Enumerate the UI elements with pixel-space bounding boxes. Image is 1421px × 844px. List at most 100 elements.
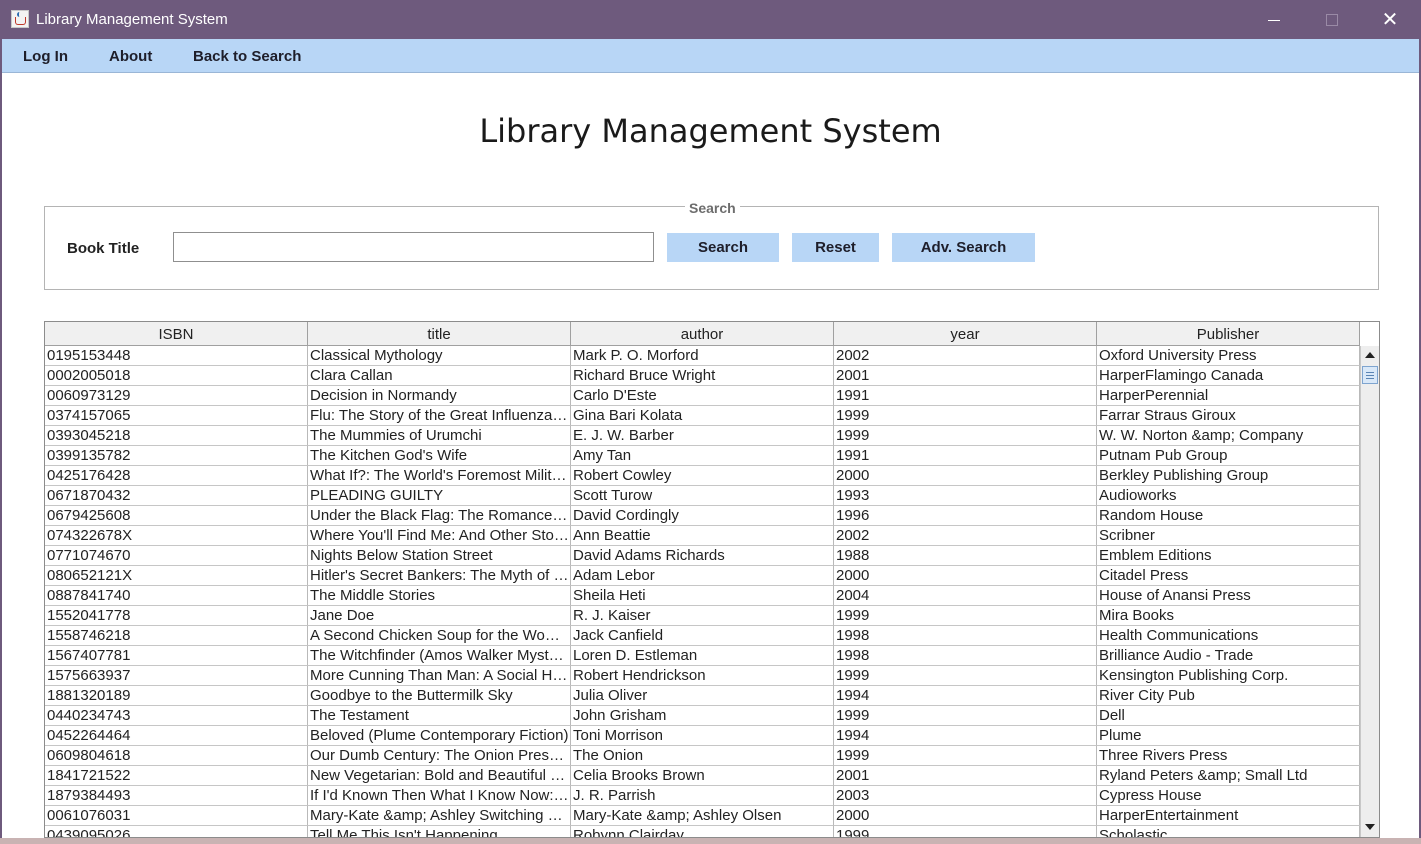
table-row[interactable]: 0671870432 PLEADING GUILTY Scott Turow 1993… <box>45 486 1360 506</box>
cell-year[interactable]: 1999 <box>834 606 1097 626</box>
cell-title[interactable]: What If?: The World's Foremost Military … <box>308 466 571 486</box>
cell-year[interactable]: 1988 <box>834 546 1097 566</box>
close-button[interactable]: ✕ <box>1361 0 1419 39</box>
cell-year[interactable]: 1999 <box>834 746 1097 766</box>
cell-publisher[interactable]: Emblem Editions <box>1097 546 1360 566</box>
cell-isbn[interactable]: 1841721522 <box>45 766 308 786</box>
menu-back-to-search[interactable]: Back to Search <box>193 48 301 65</box>
cell-isbn[interactable]: 1567407781 <box>45 646 308 666</box>
cell-isbn[interactable]: 0771074670 <box>45 546 308 566</box>
reset-button[interactable]: Reset <box>792 233 879 262</box>
cell-year[interactable]: 2004 <box>834 586 1097 606</box>
cell-publisher[interactable]: HarperEntertainment <box>1097 806 1360 826</box>
table-row[interactable]: 0439095026 Tell Me This Isn't Happening Ro… <box>45 826 1360 837</box>
cell-author[interactable]: David Adams Richards <box>571 546 834 566</box>
menu-about[interactable]: About <box>109 48 152 65</box>
cell-publisher[interactable]: Kensington Publishing Corp. <box>1097 666 1360 686</box>
cell-author[interactable]: Robert Cowley <box>571 466 834 486</box>
cell-year[interactable]: 2000 <box>834 566 1097 586</box>
cell-author[interactable]: Carlo D'Este <box>571 386 834 406</box>
cell-publisher[interactable]: Putnam Pub Group <box>1097 446 1360 466</box>
table-row[interactable]: 074322678X Where You'll Find Me: And Othe… <box>45 526 1360 546</box>
cell-year[interactable]: 1994 <box>834 726 1097 746</box>
cell-year[interactable]: 2001 <box>834 366 1097 386</box>
cell-isbn[interactable]: 0374157065 <box>45 406 308 426</box>
cell-year[interactable]: 2001 <box>834 766 1097 786</box>
table-row[interactable]: 0609804618 Our Dumb Century: The Onion Pr… <box>45 746 1360 766</box>
cell-isbn[interactable]: 1879384493 <box>45 786 308 806</box>
cell-author[interactable]: J. R. Parrish <box>571 786 834 806</box>
cell-isbn[interactable]: 0439095026 <box>45 826 308 837</box>
cell-title[interactable]: Nights Below Station Street <box>308 546 571 566</box>
cell-title[interactable]: Where You'll Find Me: And Other Stories <box>308 526 571 546</box>
cell-isbn[interactable]: 0440234743 <box>45 706 308 726</box>
table-header-author[interactable]: author <box>571 322 834 346</box>
cell-title[interactable]: Goodbye to the Buttermilk Sky <box>308 686 571 706</box>
table-row[interactable]: 1558746218 A Second Chicken Soup for the … <box>45 626 1360 646</box>
cell-title[interactable]: More Cunning Than Man: A Social History … <box>308 666 571 686</box>
cell-title[interactable]: New Vegetarian: Bold and Beautiful Recip… <box>308 766 571 786</box>
cell-year[interactable]: 1998 <box>834 626 1097 646</box>
table-row[interactable]: 0887841740 The Middle Stories Sheila Heti 2… <box>45 586 1360 606</box>
table-row[interactable]: 1567407781 The Witchfinder (Amos Walker M… <box>45 646 1360 666</box>
table-row[interactable]: 080652121X Hitler's Secret Bankers: The M… <box>45 566 1360 586</box>
cell-year[interactable]: 1999 <box>834 406 1097 426</box>
cell-year[interactable]: 1999 <box>834 826 1097 837</box>
table-row[interactable]: 0771074670 Nights Below Station Street Dav… <box>45 546 1360 566</box>
cell-title[interactable]: The Mummies of Urumchi <box>308 426 571 446</box>
table-row[interactable]: 0452264464 Beloved (Plume Contemporary Fi… <box>45 726 1360 746</box>
cell-title[interactable]: Under the Black Flag: The Romance and th… <box>308 506 571 526</box>
cell-year[interactable]: 1999 <box>834 706 1097 726</box>
cell-year[interactable]: 1994 <box>834 686 1097 706</box>
cell-publisher[interactable]: Brilliance Audio - Trade <box>1097 646 1360 666</box>
cell-author[interactable]: Toni Morrison <box>571 726 834 746</box>
cell-publisher[interactable]: Cypress House <box>1097 786 1360 806</box>
table-row[interactable]: 0679425608 Under the Black Flag: The Roma… <box>45 506 1360 526</box>
scrollbar-thumb[interactable] <box>1362 366 1378 384</box>
cell-author[interactable]: Julia Oliver <box>571 686 834 706</box>
scroll-up-arrow-icon[interactable] <box>1363 348 1377 362</box>
cell-title[interactable]: The Kitchen God's Wife <box>308 446 571 466</box>
cell-title[interactable]: Flu: The Story of the Great Influenza Pa… <box>308 406 571 426</box>
cell-isbn[interactable]: 0195153448 <box>45 346 308 366</box>
cell-author[interactable]: John Grisham <box>571 706 834 726</box>
search-button[interactable]: Search <box>667 233 779 262</box>
cell-isbn[interactable]: 0679425608 <box>45 506 308 526</box>
cell-year[interactable]: 1996 <box>834 506 1097 526</box>
cell-author[interactable]: Robynn Clairday <box>571 826 834 837</box>
cell-publisher[interactable]: HarperPerennial <box>1097 386 1360 406</box>
cell-title[interactable]: Hitler's Secret Bankers: The Myth of Swi… <box>308 566 571 586</box>
cell-publisher[interactable]: Scribner <box>1097 526 1360 546</box>
cell-isbn[interactable]: 0002005018 <box>45 366 308 386</box>
cell-author[interactable]: Gina Bari Kolata <box>571 406 834 426</box>
cell-year[interactable]: 2002 <box>834 526 1097 546</box>
cell-author[interactable]: Mary-Kate &amp; Ashley Olsen <box>571 806 834 826</box>
cell-year[interactable]: 2002 <box>834 346 1097 366</box>
cell-publisher[interactable]: River City Pub <box>1097 686 1360 706</box>
table-header-isbn[interactable]: ISBN <box>45 322 308 346</box>
cell-title[interactable]: The Middle Stories <box>308 586 571 606</box>
table-header-title[interactable]: title <box>308 322 571 346</box>
cell-publisher[interactable]: Berkley Publishing Group <box>1097 466 1360 486</box>
table-row[interactable]: 0425176428 What If?: The World's Foremost… <box>45 466 1360 486</box>
cell-publisher[interactable]: Audioworks <box>1097 486 1360 506</box>
cell-isbn[interactable]: 0060973129 <box>45 386 308 406</box>
table-header-year[interactable]: year <box>834 322 1097 346</box>
cell-publisher[interactable]: Farrar Straus Giroux <box>1097 406 1360 426</box>
cell-isbn[interactable]: 1575663937 <box>45 666 308 686</box>
cell-title[interactable]: Clara Callan <box>308 366 571 386</box>
cell-author[interactable]: E. J. W. Barber <box>571 426 834 446</box>
menu-log-in[interactable]: Log In <box>23 48 68 65</box>
cell-publisher[interactable]: Ryland Peters &amp; Small Ltd <box>1097 766 1360 786</box>
cell-title[interactable]: A Second Chicken Soup for the Woman's So… <box>308 626 571 646</box>
book-title-input[interactable] <box>173 232 654 262</box>
table-row[interactable]: 0195153448 Classical Mythology Mark P. O. … <box>45 346 1360 366</box>
cell-year[interactable]: 2003 <box>834 786 1097 806</box>
cell-year[interactable]: 1991 <box>834 386 1097 406</box>
table-row[interactable]: 0374157065 Flu: The Story of the Great In… <box>45 406 1360 426</box>
cell-isbn[interactable]: 0061076031 <box>45 806 308 826</box>
cell-author[interactable]: Ann Beattie <box>571 526 834 546</box>
cell-author[interactable]: Richard Bruce Wright <box>571 366 834 386</box>
vertical-scrollbar[interactable] <box>1360 346 1379 837</box>
cell-title[interactable]: Jane Doe <box>308 606 571 626</box>
